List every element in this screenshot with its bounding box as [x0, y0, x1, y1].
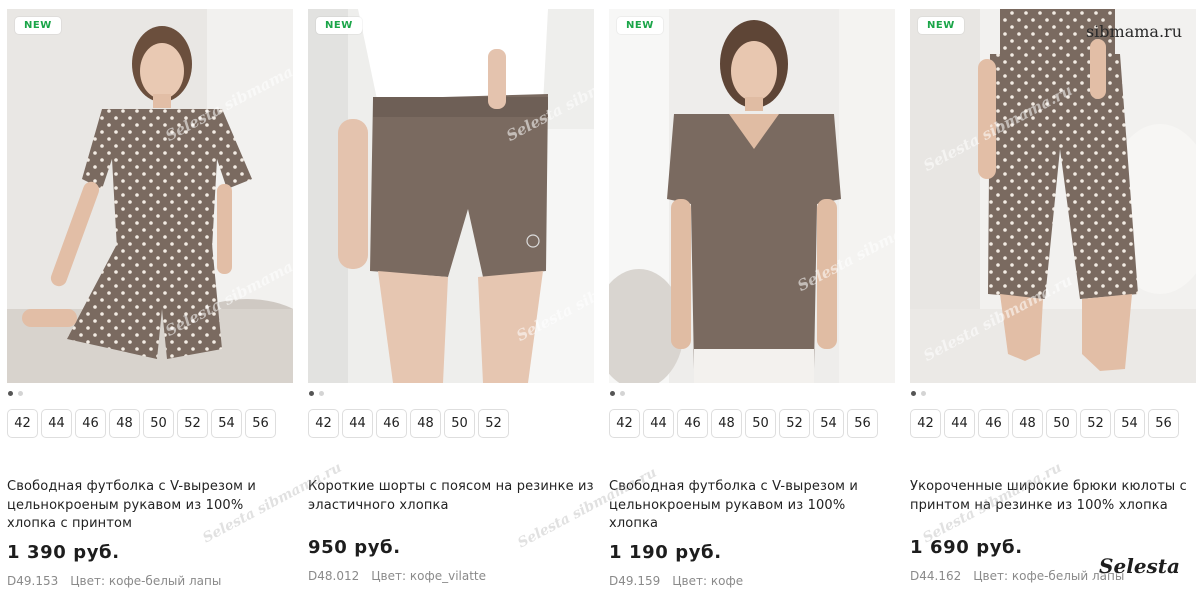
carousel-dot[interactable]	[18, 391, 23, 396]
size-option[interactable]: 42	[308, 409, 339, 438]
product-code: D44.162	[910, 569, 962, 583]
size-option[interactable]: 54	[211, 409, 242, 438]
size-option[interactable]: 46	[677, 409, 708, 438]
carousel-dot[interactable]	[309, 391, 314, 396]
size-option[interactable]: 42	[609, 409, 640, 438]
carousel-dot[interactable]	[610, 391, 615, 396]
product-title[interactable]: Укороченные широкие брюки кюлоты с принт…	[910, 478, 1196, 515]
size-option[interactable]: 42	[7, 409, 38, 438]
size-option[interactable]: 42	[910, 409, 941, 438]
product-photo-tshirt-icon	[609, 9, 895, 383]
size-selector: 42 44 46 48 50 52	[308, 409, 509, 438]
product-photo[interactable]: NEW Selesta sibmama.ru Selesta sibmama.r…	[910, 9, 1196, 383]
size-option[interactable]: 50	[143, 409, 174, 438]
product-code: D49.153	[7, 574, 59, 588]
product-color: Цвет: кофе	[672, 574, 744, 588]
size-option[interactable]: 52	[177, 409, 208, 438]
size-option[interactable]: 52	[779, 409, 810, 438]
size-option[interactable]: 54	[813, 409, 844, 438]
size-option[interactable]: 50	[745, 409, 776, 438]
product-price: 950 руб.	[308, 537, 401, 558]
carousel-dots	[8, 391, 23, 396]
carousel-dot[interactable]	[911, 391, 916, 396]
product-price: 1 390 руб.	[7, 542, 120, 563]
size-option[interactable]: 44	[643, 409, 674, 438]
new-badge: NEW	[918, 17, 964, 34]
new-badge: NEW	[617, 17, 663, 34]
product-photo[interactable]: NEW Selesta sibmama.ru	[609, 9, 895, 383]
size-option[interactable]: 56	[245, 409, 276, 438]
product-card: NEW Selesta sibmama.ru Selesta sibmama.r…	[7, 9, 293, 596]
product-grid: NEW Selesta sibmama.ru Selesta sibmama.r…	[0, 0, 1200, 596]
product-code: D48.012	[308, 569, 360, 583]
product-title[interactable]: Свободная футболка с V-вырезом и цельнок…	[609, 478, 895, 534]
product-meta: D49.153 Цвет: кофе-белый лапы	[7, 574, 221, 588]
size-option[interactable]: 44	[342, 409, 373, 438]
size-selector: 42 44 46 48 50 52 54 56	[910, 409, 1179, 438]
size-selector: 42 44 46 48 50 52 54 56	[7, 409, 276, 438]
product-title[interactable]: Свободная футболка с V-вырезом и цельнок…	[7, 478, 293, 534]
product-photo-shorts-icon	[308, 9, 594, 383]
product-title[interactable]: Короткие шорты с поясом на резинке из эл…	[308, 478, 594, 515]
size-option[interactable]: 50	[1046, 409, 1077, 438]
size-option[interactable]: 52	[1080, 409, 1111, 438]
size-option[interactable]: 44	[41, 409, 72, 438]
new-badge: NEW	[316, 17, 362, 34]
product-card: NEW Selesta sibmama.ru Selesta sibmama.r…	[308, 9, 594, 596]
product-color: Цвет: кофе_vilatte	[371, 569, 487, 583]
size-option[interactable]: 44	[944, 409, 975, 438]
size-option[interactable]: 56	[1148, 409, 1179, 438]
size-option[interactable]: 48	[1012, 409, 1043, 438]
product-meta: D44.162 Цвет: кофе-белый лапы	[910, 569, 1124, 583]
carousel-dots	[911, 391, 926, 396]
carousel-dot[interactable]	[921, 391, 926, 396]
carousel-dot[interactable]	[319, 391, 324, 396]
product-photo-culottes-icon	[910, 9, 1196, 383]
product-price: 1 190 руб.	[609, 542, 722, 563]
size-option[interactable]: 56	[847, 409, 878, 438]
site-watermark: sibmama.ru	[1085, 22, 1182, 41]
size-option[interactable]: 52	[478, 409, 509, 438]
size-option[interactable]: 54	[1114, 409, 1145, 438]
size-option[interactable]: 50	[444, 409, 475, 438]
size-option[interactable]: 46	[376, 409, 407, 438]
product-price: 1 690 руб.	[910, 537, 1023, 558]
product-photo[interactable]: NEW Selesta sibmama.ru Selesta sibmama.r…	[7, 9, 293, 383]
product-color: Цвет: кофе-белый лапы	[70, 574, 222, 588]
size-option[interactable]: 46	[75, 409, 106, 438]
size-option[interactable]: 48	[711, 409, 742, 438]
new-badge: NEW	[15, 17, 61, 34]
carousel-dot[interactable]	[620, 391, 625, 396]
size-option[interactable]: 48	[410, 409, 441, 438]
product-code: D49.159	[609, 574, 661, 588]
size-option[interactable]: 46	[978, 409, 1009, 438]
product-card: NEW Selesta sibmama.ru 42 44 46 48 50 52…	[609, 9, 895, 596]
product-meta: D49.159 Цвет: кофе	[609, 574, 743, 588]
size-selector: 42 44 46 48 50 52 54 56	[609, 409, 878, 438]
carousel-dots	[610, 391, 625, 396]
product-photo-tshirt-shorts-icon	[7, 9, 293, 383]
carousel-dots	[309, 391, 324, 396]
product-meta: D48.012 Цвет: кофе_vilatte	[308, 569, 486, 583]
carousel-dot[interactable]	[8, 391, 13, 396]
product-photo[interactable]: NEW Selesta sibmama.ru Selesta sibmama.r…	[308, 9, 594, 383]
brand-watermark: Selesta	[1099, 554, 1180, 578]
size-option[interactable]: 48	[109, 409, 140, 438]
product-card: NEW Selesta sibmama.ru Selesta sibmama.r…	[910, 9, 1196, 596]
